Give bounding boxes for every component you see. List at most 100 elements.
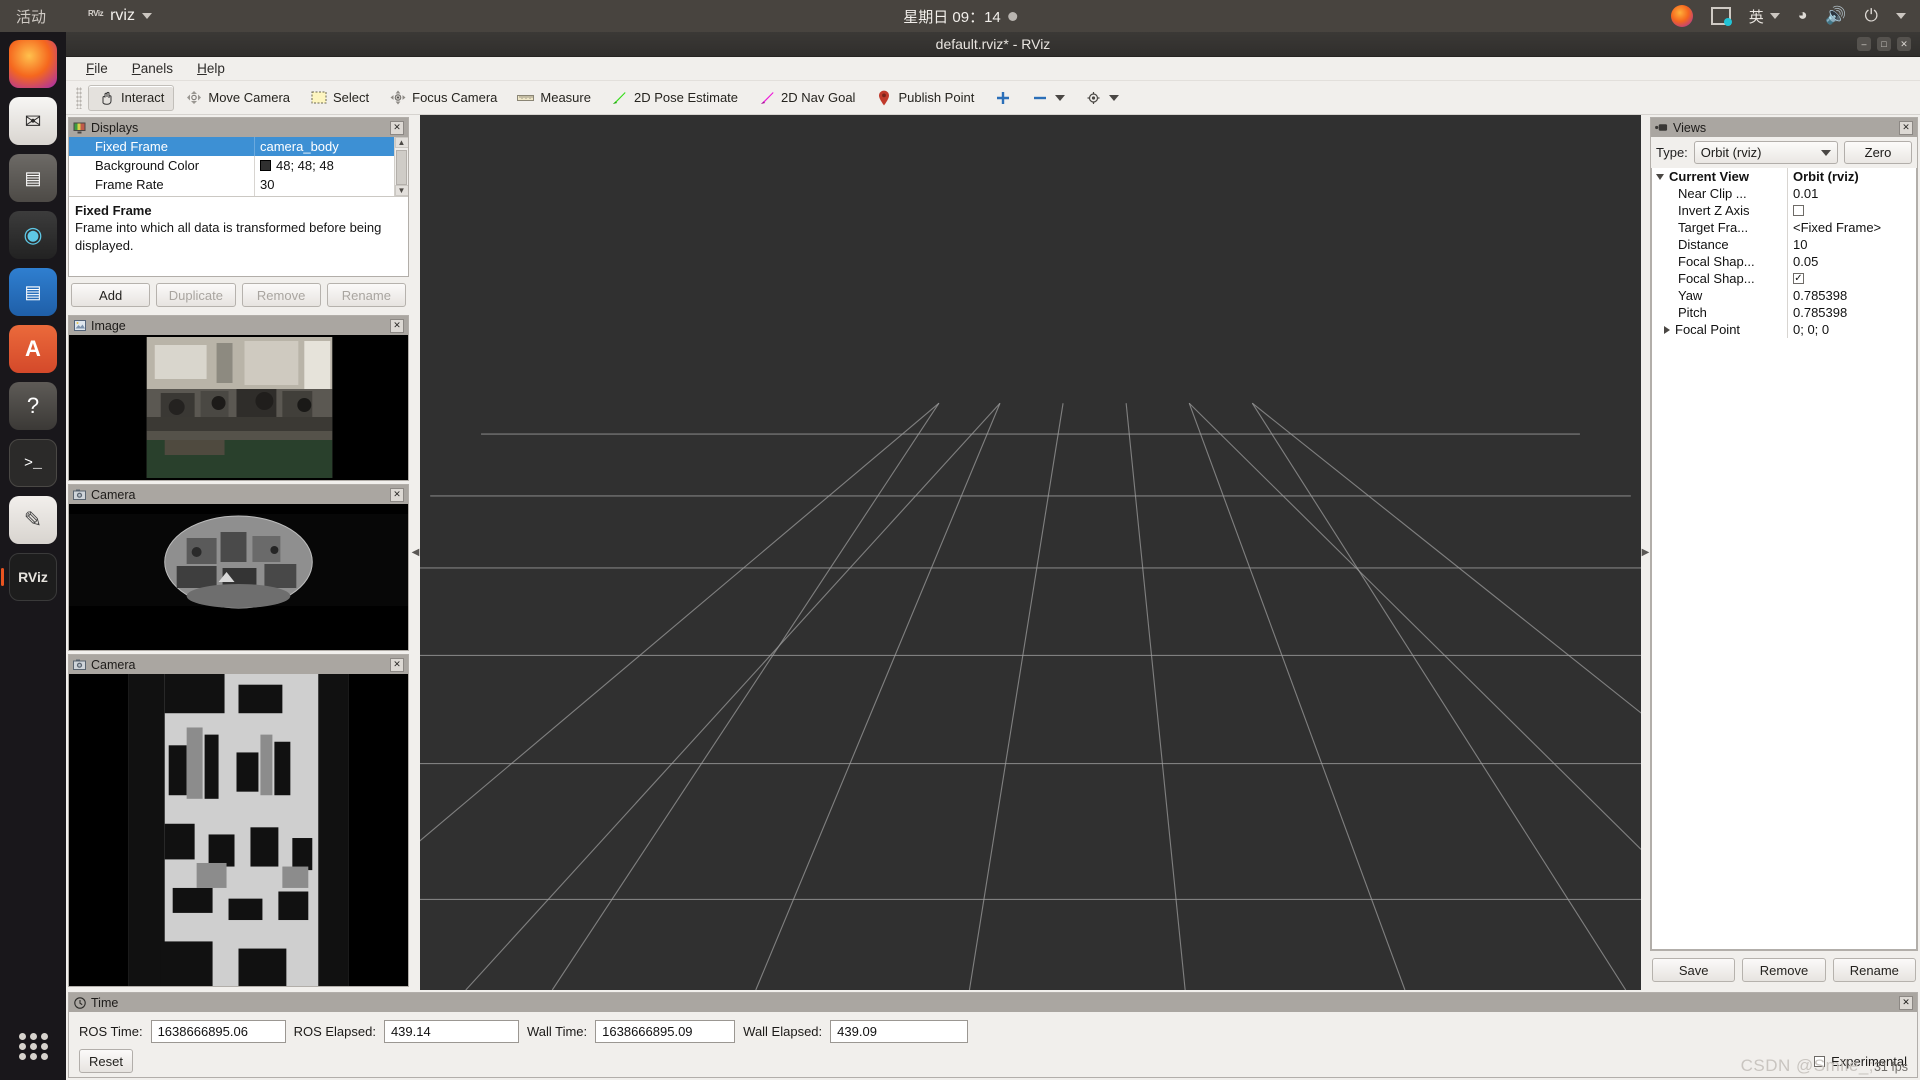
image-render-area[interactable] [69,335,408,480]
magenta-arrow-icon [758,90,775,106]
scroll-up-icon[interactable]: ▲ [394,137,408,148]
close-icon[interactable]: ✕ [390,487,404,502]
firefox-icon[interactable] [1670,5,1693,27]
zero-button[interactable]: Zero [1844,141,1912,164]
view-property-row[interactable]: Focal Point 0; 0; 0 [1652,321,1916,338]
close-icon[interactable]: ✕ [1899,995,1913,1010]
tool-properties-button[interactable] [1076,86,1128,110]
camera-panel-2-header: Camera ✕ [69,655,408,674]
menu-help[interactable]: Help [197,61,225,76]
close-icon[interactable]: ✕ [390,120,404,135]
display-row[interactable]: Frame Rate 30 [69,175,394,194]
wall-elapsed-value[interactable]: 439.09 [830,1020,969,1043]
viewport-column: ◀ ▶ [411,115,1650,990]
wifi-icon[interactable]: ◕ [1798,7,1808,25]
ros-time-value[interactable]: 1638666895.06 [150,1020,286,1043]
add-tool-button[interactable] [985,86,1020,110]
add-display-button[interactable]: Add [71,283,151,307]
dock-item-thunderbird[interactable]: ✉ [9,97,57,145]
color-swatch[interactable] [260,160,271,171]
reset-button[interactable]: Reset [79,1049,133,1073]
camera-panel-2-title: Camera [91,657,136,672]
volume-icon[interactable]: 🔊 [1825,6,1846,26]
expand-arrow-icon[interactable] [1656,173,1664,180]
view-property-row[interactable]: Current View Orbit (rviz) [1652,168,1916,185]
rename-display-button[interactable]: Rename [326,283,406,307]
remove-display-button[interactable]: Remove [241,283,321,307]
input-method-indicator[interactable]: 英 [1749,6,1780,27]
close-icon[interactable]: ✕ [1899,120,1913,135]
toolbar-grip[interactable] [76,86,82,109]
duplicate-display-button[interactable]: Duplicate [156,283,236,307]
camera-render-area-2[interactable] [69,674,408,986]
maximize-button[interactable]: □ [1877,37,1891,51]
tool-publish-point[interactable]: Publish Point [866,86,983,110]
wall-elapsed-label: Wall Elapsed: [743,1024,823,1039]
display-row[interactable]: Background Color 48; 48; 48 [69,156,394,175]
view-property-row[interactable]: Target Fra... <Fixed Frame> [1652,219,1916,236]
dock-item-ubuntu-software[interactable]: A [9,325,57,373]
close-button[interactable]: ✕ [1897,37,1911,51]
clock[interactable]: 星期日 09：14 [903,6,1017,27]
tool-focus-camera[interactable]: Focus Camera [380,86,506,110]
3d-viewport[interactable] [420,115,1641,990]
display-row[interactable]: Fixed Frame camera_body [69,137,394,156]
displays-tree[interactable]: Fixed Frame camera_body Background Color 48… [69,137,394,196]
dock-item-rhythmbox[interactable]: ◉ [9,211,57,259]
view-property-checkbox[interactable] [1793,205,1804,216]
tool-select[interactable]: Select [301,86,378,110]
ros-elapsed-value[interactable]: 439.14 [383,1020,519,1043]
display-row[interactable]: Default Light✓ [69,194,394,196]
view-type-select[interactable]: Orbit (rviz) [1693,141,1838,164]
view-property-row[interactable]: Focal Shap... ✓ [1652,270,1916,287]
dock-item-help[interactable]: ? [9,382,57,430]
expand-arrow-icon[interactable] [1664,325,1670,334]
view-property-row[interactable]: Yaw 0.785398 [1652,287,1916,304]
tool-2d-nav-goal[interactable]: 2D Nav Goal [749,86,864,110]
menu-panels[interactable]: Panels [132,61,173,76]
right-splitter-handle[interactable]: ▶ [1641,115,1650,990]
tool-measure[interactable]: Measure [508,86,600,110]
view-property-checkbox[interactable]: ✓ [1793,273,1804,284]
app-menu[interactable]: RViz rviz [88,7,152,25]
dock-item-firefox[interactable] [9,40,57,88]
view-property-value: 0.785398 [1793,305,1848,320]
view-property-row[interactable]: Focal Shap... 0.05 [1652,253,1916,270]
view-property-row[interactable]: Near Clip ... 0.01 [1652,185,1916,202]
camera-render-area-1[interactable] [69,504,408,650]
wall-time-value[interactable]: 1638666895.09 [595,1020,736,1043]
view-property-label: Near Clip ... [1678,186,1747,201]
view-property-row[interactable]: Invert Z Axis [1652,202,1916,219]
view-property-row[interactable]: Pitch 0.785398 [1652,304,1916,321]
dock-item-libreoffice-writer[interactable]: ▤ [9,268,57,316]
save-view-button[interactable]: Save [1652,958,1736,982]
show-applications-button[interactable] [11,1024,55,1068]
minimize-button[interactable]: – [1857,37,1871,51]
remove-tool-button[interactable] [1022,86,1074,110]
dock-item-rviz[interactable]: RViz [9,553,57,601]
system-menu-chevron-icon[interactable] [1896,13,1906,19]
view-property-row[interactable]: Distance 10 [1652,236,1916,253]
scroll-down-icon[interactable]: ▼ [394,185,408,196]
rename-view-button[interactable]: Rename [1832,958,1916,982]
scrollbar-thumb[interactable] [396,150,407,185]
tool-interact[interactable]: Interact [88,84,175,111]
time-panel: Time ✕ ROS Time: 1638666895.06 ROS Elaps… [68,992,1918,1078]
left-splitter-handle[interactable]: ◀ [411,115,420,990]
dock-item-terminal[interactable]: >_ [9,439,57,487]
dock-item-files[interactable]: ▤ [9,154,57,202]
menu-file[interactable]: FFileile [86,61,108,76]
tool-2d-pose-estimate[interactable]: 2D Pose Estimate [602,86,747,110]
close-icon[interactable]: ✕ [390,318,404,333]
displays-scrollbar[interactable]: ▲ ▼ [394,137,408,196]
tool-move-camera[interactable]: Move Camera [176,86,299,110]
dock-item-text-editor[interactable]: ✎ [9,496,57,544]
remove-view-button[interactable]: Remove [1742,958,1826,982]
activities-button[interactable]: 活动 [16,6,46,27]
main-content: Displays ✕ Fixed Frame camera_body Backgro… [66,115,1920,990]
tool-focus-camera-label: Focus Camera [412,90,498,105]
power-icon[interactable]: ⏻ [1865,6,1878,26]
screenshot-icon[interactable] [1710,7,1732,26]
close-icon[interactable]: ✕ [390,657,404,672]
views-tree[interactable]: Current View Orbit (rviz) Near Clip ... 0.0… [1651,168,1917,950]
